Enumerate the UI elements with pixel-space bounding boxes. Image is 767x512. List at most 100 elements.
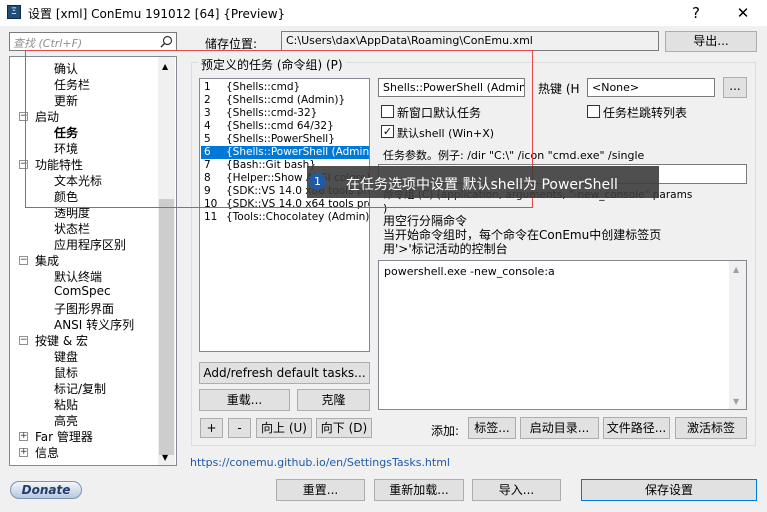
- task-row[interactable]: 1 {Shells::cmd}: [201, 81, 369, 94]
- tree-item[interactable]: 颜色: [54, 188, 78, 205]
- new-window-default-checkbox[interactable]: [381, 105, 394, 118]
- tree-expander-icon[interactable]: +: [19, 432, 28, 441]
- task-number: 1: [204, 81, 211, 93]
- taskbar-jumplist-label: 任务栏跳转列表: [603, 106, 688, 120]
- tree-item[interactable]: 默认终端: [54, 268, 102, 285]
- tree-item[interactable]: 标记/复制: [54, 380, 106, 397]
- commands-scrollbar[interactable]: ▲ ▼: [729, 261, 746, 409]
- tree-item[interactable]: 集成: [35, 252, 59, 269]
- tree-expander-icon[interactable]: −: [19, 256, 28, 265]
- scroll-up-icon[interactable]: ▲: [733, 265, 739, 274]
- hint-separate: 用空行分隔命令: [383, 214, 468, 228]
- settings-tasks-link[interactable]: https://conemu.github.io/en/SettingsTask…: [190, 456, 450, 469]
- task-row[interactable]: 6 {Shells::PowerShell (Admin)}: [201, 146, 369, 159]
- tree-item[interactable]: 子图形界面: [54, 300, 114, 317]
- search-placeholder: 查找 (Ctrl+F): [13, 37, 83, 50]
- tree-item[interactable]: 确认: [54, 60, 78, 77]
- tree-item[interactable]: 环境: [54, 140, 78, 157]
- tree-expander-icon[interactable]: −: [19, 112, 28, 121]
- commands-textarea[interactable]: powershell.exe -new_console:a ▲ ▼: [378, 260, 747, 410]
- taskbar-jumplist-checkbox[interactable]: [587, 105, 600, 118]
- task-row[interactable]: 10 {SDK::VS 14.0 x64 tools prompt}: [201, 198, 369, 211]
- tasks-group-title: 预定义的任务 (命令组) (P): [198, 56, 346, 73]
- task-number: 2: [204, 94, 211, 106]
- clone-task-button[interactable]: 克隆: [297, 389, 370, 411]
- task-name: {Bash::Git bash}: [226, 159, 316, 171]
- tree-item[interactable]: 更新: [54, 92, 78, 109]
- tree-item[interactable]: ComSpec: [54, 284, 111, 298]
- conemu-icon[interactable]: Ξ: [7, 5, 21, 19]
- tree-item[interactable]: 启动: [35, 108, 59, 125]
- reload-settings-button[interactable]: 重新加载...: [374, 479, 464, 501]
- tree-item[interactable]: 应用程序区别: [54, 236, 126, 253]
- donate-button[interactable]: Donate: [10, 481, 82, 499]
- task-name-field[interactable]: Shells::PowerShell (Admin): [378, 78, 525, 97]
- tree-item[interactable]: 鼠标: [54, 364, 78, 381]
- hotkey-field[interactable]: <None>: [587, 78, 715, 97]
- tree-scrollbar[interactable]: ▲ ▼: [158, 57, 175, 465]
- scroll-down-icon[interactable]: ▼: [733, 397, 739, 406]
- search-input[interactable]: 查找 (Ctrl+F): [9, 32, 177, 51]
- task-name: {Shells::cmd 64/32}: [226, 120, 334, 132]
- activate-tab-button[interactable]: 激活标签: [675, 417, 747, 439]
- task-name: {Shells::cmd (Admin)}: [226, 94, 346, 106]
- add-label: 添加:: [431, 424, 460, 438]
- move-up-button[interactable]: 向上 (U): [256, 418, 312, 438]
- tree-item[interactable]: 粘贴: [54, 396, 78, 413]
- tree-expander-icon[interactable]: −: [19, 160, 28, 169]
- save-settings-button[interactable]: 保存设置: [581, 479, 757, 501]
- search-icon[interactable]: [160, 35, 173, 48]
- tree-item[interactable]: 高亮: [54, 412, 78, 429]
- tree-item[interactable]: 任务: [54, 124, 78, 141]
- add-file-path-button[interactable]: 文件路径...: [603, 417, 670, 439]
- task-number: 8: [204, 172, 211, 184]
- storage-path-field[interactable]: C:\Users\dax\AppData\Roaming\ConEmu.xml: [281, 31, 659, 51]
- new-window-default-label: 新窗口默认任务: [397, 106, 482, 120]
- add-task-button[interactable]: +: [200, 418, 223, 438]
- task-number: 6: [204, 146, 211, 158]
- tree-item[interactable]: 功能特性: [35, 156, 83, 173]
- reload-tasks-button[interactable]: 重载...: [199, 389, 290, 411]
- window-title: 设置 [xml] ConEmu 191012 [64] {Preview}: [28, 7, 286, 21]
- scroll-up-icon[interactable]: ▲: [162, 62, 168, 71]
- move-down-button[interactable]: 向下 (D): [316, 418, 372, 438]
- tree-item[interactable]: 文本光标: [54, 172, 102, 189]
- import-button[interactable]: 导入...: [472, 479, 561, 501]
- task-list[interactable]: 1 {Shells::cmd} 2 {Shells::cmd (Admin)} 3 {Sh…: [199, 78, 370, 352]
- default-shell-checkbox[interactable]: ✓: [381, 125, 394, 138]
- default-shell-label: 默认shell (Win+X): [397, 127, 495, 140]
- reset-button[interactable]: 重置...: [276, 479, 365, 501]
- scroll-thumb[interactable]: [159, 199, 174, 455]
- help-button[interactable]: ?: [683, 3, 709, 23]
- settings-tree[interactable]: 确认 任务栏 更新 − 启动 任务 环境 − 功能特性 文本光标 颜色 透明度 状态栏 应用程序区别 − 集成…: [9, 56, 177, 466]
- hint-tabs: 当开始命令组时，每个命令在ConEmu中创建标签页: [383, 228, 662, 242]
- tree-item[interactable]: 透明度: [54, 204, 90, 221]
- add-tabs-button[interactable]: 标签...: [468, 417, 516, 439]
- export-button[interactable]: 导出...: [665, 31, 757, 52]
- task-number: 3: [204, 107, 211, 119]
- tree-item[interactable]: Far 管理器: [35, 428, 93, 445]
- tree-item[interactable]: ANSI 转义序列: [54, 316, 134, 333]
- task-row[interactable]: 4 {Shells::cmd 64/32}: [201, 120, 369, 133]
- tree-item[interactable]: 任务栏: [54, 76, 90, 93]
- add-startup-dir-button[interactable]: 启动目录...: [520, 417, 599, 439]
- tree-item[interactable]: 状态栏: [54, 220, 90, 237]
- add-refresh-default-tasks-button[interactable]: Add/refresh default tasks...: [199, 362, 370, 384]
- remove-task-button[interactable]: -: [228, 418, 251, 438]
- task-name: {Tools::Chocolatey (Admin)}: [226, 211, 370, 223]
- close-button[interactable]: ✕: [730, 3, 756, 23]
- tree-expander-icon[interactable]: −: [19, 336, 28, 345]
- task-row[interactable]: 5 {Shells::PowerShell}: [201, 133, 369, 146]
- tree-item[interactable]: 键盘: [54, 348, 78, 365]
- task-number: 5: [204, 133, 211, 145]
- tree-item[interactable]: 按键 & 宏: [35, 332, 88, 349]
- tree-item[interactable]: 信息: [35, 444, 59, 461]
- scroll-down-icon[interactable]: ▼: [162, 453, 168, 462]
- hotkey-more-button[interactable]: ...: [723, 77, 747, 98]
- task-row[interactable]: 11 {Tools::Chocolatey (Admin)}: [201, 211, 369, 224]
- task-row[interactable]: 2 {Shells::cmd (Admin)}: [201, 94, 369, 107]
- annotation-step-badge: 1: [309, 173, 326, 190]
- task-row[interactable]: 3 {Shells::cmd-32}: [201, 107, 369, 120]
- tree-expander-icon[interactable]: +: [19, 448, 28, 457]
- commands-text: powershell.exe -new_console:a: [384, 265, 555, 278]
